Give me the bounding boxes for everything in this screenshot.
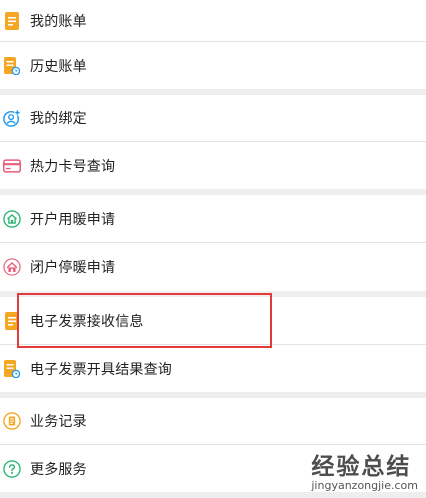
- house-icon: [3, 209, 21, 228]
- menu-item-label: 开户用暖申请: [30, 211, 116, 228]
- menu-item-label: 我的账单: [30, 13, 87, 30]
- watermark-title: 经验总结: [311, 454, 412, 480]
- menu-item-label: 热力卡号查询: [30, 158, 116, 175]
- menu-item-label: 闭户停暖申请: [30, 260, 116, 276]
- menu-page: 我的账单 历史账单 我的绑定 热力卡号查询 开户用暖申请 闭户停暖申请 电子发票…: [0, 0, 426, 498]
- stop-house-icon: [3, 258, 21, 276]
- history-bill-icon: [3, 56, 21, 75]
- menu-item-label: 历史账单: [30, 58, 87, 75]
- menu-item-history-bill[interactable]: 历史账单: [0, 42, 426, 89]
- bill-icon: [3, 11, 21, 30]
- menu-item-label: 我的绑定: [30, 111, 87, 127]
- menu-item-my-bill[interactable]: 我的账单: [0, 0, 426, 42]
- menu-item-close-heating[interactable]: 闭户停暖申请: [0, 243, 426, 291]
- card-icon: [3, 157, 21, 175]
- menu-item-label: 更多服务: [30, 461, 87, 478]
- menu-item-my-binding[interactable]: 我的绑定: [0, 95, 426, 142]
- menu-item-invoice-query[interactable]: 电子发票开具结果查询: [0, 345, 426, 392]
- menu-item-label: 电子发票开具结果查询: [30, 361, 172, 378]
- invoice-query-icon: [3, 359, 21, 378]
- more-services-icon: [3, 459, 21, 478]
- menu-item-invoice-receive[interactable]: 电子发票接收信息: [0, 297, 426, 345]
- menu-item-business-record[interactable]: 业务记录: [0, 398, 426, 445]
- menu-item-card-query[interactable]: 热力卡号查询: [0, 142, 426, 189]
- section-divider: [0, 492, 426, 498]
- invoice-icon: [3, 311, 21, 330]
- record-icon: [3, 412, 21, 430]
- bind-user-icon: [3, 109, 21, 127]
- menu-item-label: 电子发票接收信息: [30, 313, 144, 330]
- watermark: 经验总结 jingyanzongjie.com: [311, 447, 418, 492]
- menu-item-label: 业务记录: [30, 414, 87, 430]
- menu-item-open-heating[interactable]: 开户用暖申请: [0, 195, 426, 243]
